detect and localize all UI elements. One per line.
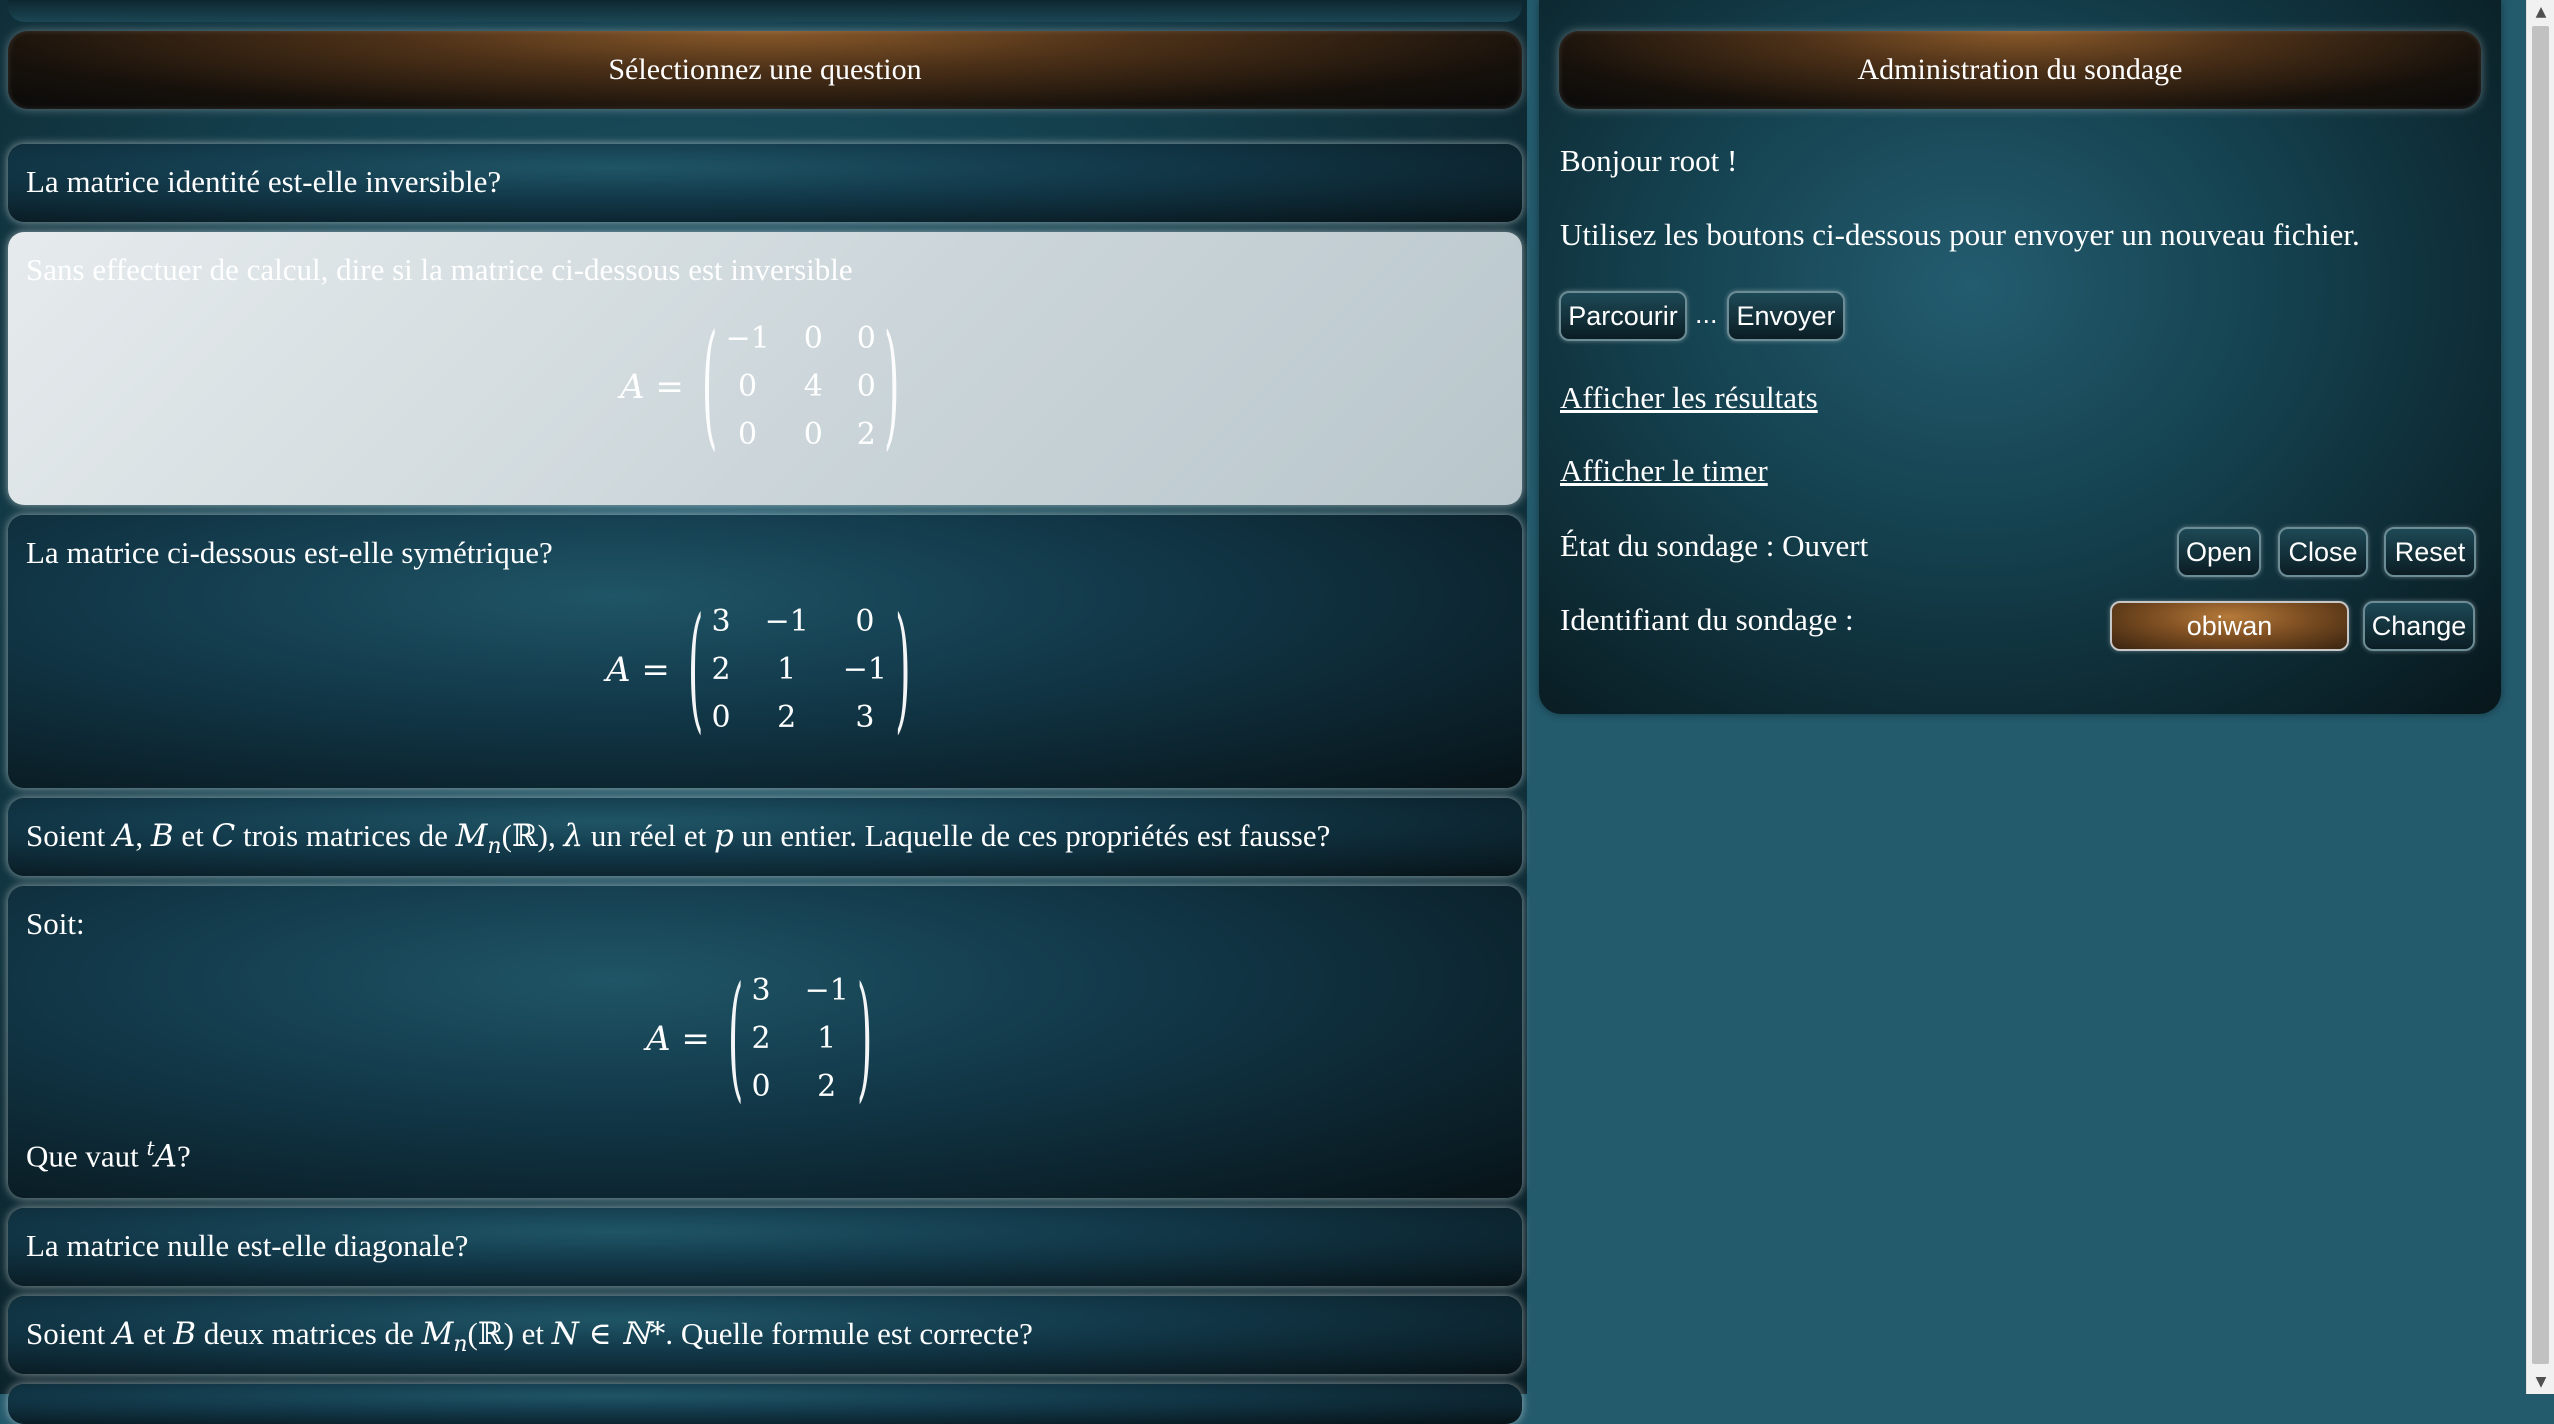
matrix-cell: −1 bbox=[842, 652, 888, 687]
left-paren-icon: ( bbox=[687, 591, 704, 749]
matrix-cell: 2 bbox=[777, 700, 797, 735]
poll-state-text: État du sondage : Ouvert bbox=[1560, 528, 1869, 563]
upload-hint-text: Utilisez les boutons ci-dessous pour env… bbox=[1560, 217, 2360, 252]
matrix-cell: 1 bbox=[777, 652, 797, 687]
matrix-display: A = ( 3 −1 0 2 1 −1 0 2 3 ) bbox=[606, 591, 911, 749]
top-strip bbox=[8, 0, 1522, 22]
question-item-4[interactable]: Soient A, B et C trois matrices de Mn(ℝ)… bbox=[8, 798, 1522, 876]
matrix-cell: 4 bbox=[803, 369, 823, 404]
matrix-label: A = bbox=[606, 650, 670, 690]
left-paren-icon: ( bbox=[701, 308, 718, 466]
question-item-2[interactable]: Sans effectuer de calcul, dire si la mat… bbox=[8, 232, 1522, 505]
matrix-cell: 0 bbox=[856, 321, 876, 356]
question-item-6[interactable]: La matrice nulle est-elle diagonale? bbox=[8, 1208, 1522, 1286]
matrix-cell: 1 bbox=[817, 1021, 837, 1056]
matrix-grid: 3 −1 2 1 0 2 bbox=[751, 972, 848, 1106]
poll-id-input[interactable]: obiwan bbox=[2110, 601, 2349, 651]
question-followup: Que vaut tA? bbox=[26, 1136, 191, 1175]
matrix-cell: −1 bbox=[725, 321, 770, 356]
matrix-cell: 0 bbox=[711, 700, 731, 735]
send-button[interactable]: Envoyer bbox=[1727, 291, 1845, 341]
matrix-cell: −1 bbox=[764, 604, 809, 639]
scrollbar-thumb[interactable] bbox=[2532, 26, 2549, 1364]
matrix-cell: 2 bbox=[751, 1021, 771, 1056]
matrix-cell: 2 bbox=[817, 1069, 837, 1104]
poll-id-label: Identifiant du sondage : bbox=[1560, 602, 1854, 637]
selected-file-name: ... bbox=[1695, 299, 1718, 329]
app-stage: Sélectionnez une question La matrice ide… bbox=[0, 0, 2554, 1424]
matrix-grid: −1 0 0 0 4 0 0 0 2 bbox=[725, 320, 875, 454]
matrix-cell: 2 bbox=[856, 417, 876, 452]
matrix-cell: 2 bbox=[711, 652, 731, 687]
matrix-cell: 0 bbox=[738, 369, 758, 404]
close-poll-button[interactable]: Close bbox=[2278, 527, 2368, 577]
matrix-display: A = ( −1 0 0 0 4 0 0 0 2 ) bbox=[620, 308, 900, 466]
matrix-display: A = ( 3 −1 2 1 0 2 ) bbox=[646, 960, 873, 1118]
matrix-cell: 3 bbox=[711, 604, 731, 639]
show-results-link[interactable]: Afficher les résultats bbox=[1560, 380, 1818, 416]
admin-panel-title: Administration du sondage bbox=[1857, 53, 2183, 86]
reset-poll-button[interactable]: Reset bbox=[2384, 527, 2476, 577]
question-item-1[interactable]: La matrice identité est-elle inversible? bbox=[8, 144, 1522, 222]
browse-button[interactable]: Parcourir bbox=[1559, 291, 1687, 341]
question-text: Soient A, B et C trois matrices de Mn(ℝ)… bbox=[26, 818, 1331, 860]
matrix-cell: 3 bbox=[751, 973, 771, 1008]
admin-panel-header: Administration du sondage bbox=[1559, 31, 2481, 109]
greeting-text: Bonjour root ! bbox=[1560, 143, 1738, 178]
matrix-cell: 0 bbox=[738, 417, 758, 452]
matrix-cell: 3 bbox=[855, 700, 875, 735]
question-text: La matrice ci-dessous est-elle symétriqu… bbox=[26, 535, 553, 570]
page-scrollbar[interactable]: ▲ ▼ bbox=[2526, 0, 2554, 1394]
show-timer-link[interactable]: Afficher le timer bbox=[1560, 453, 1768, 489]
question-item-7[interactable]: Soient A et B deux matrices de Mn(ℝ) et … bbox=[8, 1296, 1522, 1374]
open-poll-button[interactable]: Open bbox=[2177, 527, 2261, 577]
question-item-3[interactable]: La matrice ci-dessous est-elle symétriqu… bbox=[8, 515, 1522, 788]
question-text: Sans effectuer de calcul, dire si la mat… bbox=[26, 252, 853, 287]
question-panel-header: Sélectionnez une question bbox=[8, 31, 1522, 109]
matrix-cell: 0 bbox=[855, 604, 875, 639]
question-item-5[interactable]: Soit: A = ( 3 −1 2 1 0 2 ) Que vaut tA? bbox=[8, 886, 1522, 1198]
matrix-cell: 0 bbox=[803, 321, 823, 356]
matrix-cell: 0 bbox=[856, 369, 876, 404]
matrix-cell: −1 bbox=[804, 973, 849, 1008]
change-id-button[interactable]: Change bbox=[2363, 601, 2475, 651]
matrix-cell: 0 bbox=[803, 417, 823, 452]
question-text: Soient A et B deux matrices de Mn(ℝ) et … bbox=[26, 1316, 1033, 1358]
matrix-label: A = bbox=[646, 1019, 710, 1059]
question-text: Soit: bbox=[26, 906, 85, 941]
left-paren-icon: ( bbox=[727, 960, 744, 1118]
right-paren-icon: ) bbox=[883, 308, 900, 466]
matrix-cell: 0 bbox=[751, 1069, 771, 1104]
right-paren-icon: ) bbox=[895, 591, 911, 749]
scroll-down-icon[interactable]: ▼ bbox=[2527, 1370, 2554, 1394]
right-paren-icon: ) bbox=[856, 960, 873, 1118]
question-text: La matrice identité est-elle inversible? bbox=[26, 164, 502, 199]
question-item-partial[interactable] bbox=[8, 1384, 1522, 1424]
scroll-up-icon[interactable]: ▲ bbox=[2527, 0, 2554, 24]
question-text: La matrice nulle est-elle diagonale? bbox=[26, 1228, 469, 1263]
matrix-grid: 3 −1 0 2 1 −1 0 2 3 bbox=[711, 603, 887, 737]
matrix-label: A = bbox=[620, 367, 684, 407]
question-panel-title: Sélectionnez une question bbox=[608, 53, 922, 86]
